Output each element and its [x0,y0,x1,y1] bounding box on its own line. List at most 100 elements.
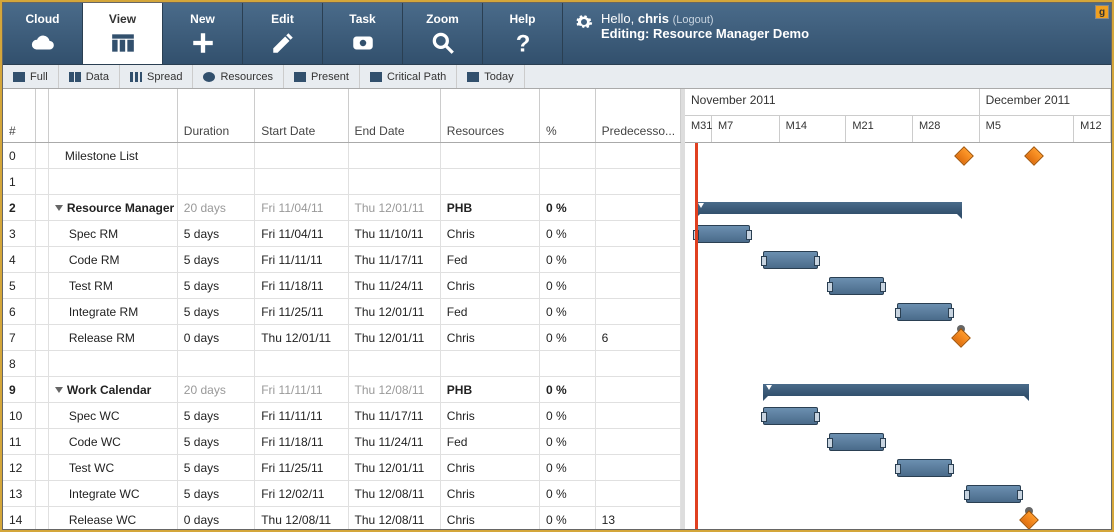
table-row[interactable]: 0Milestone List [3,143,681,169]
col-end-date[interactable]: End Date [349,89,441,142]
week-label: M5 [980,116,1075,142]
week-label: M28 [913,116,980,142]
disclosure-icon[interactable] [55,387,63,393]
logout-link[interactable]: (Logout) [673,14,714,26]
summary-bar[interactable] [763,384,1029,396]
task-bar[interactable] [897,459,952,477]
milestone-marker[interactable] [1019,510,1039,529]
greeting: Hello, chris (Logout) [601,11,809,26]
data-view-button[interactable]: Data [59,65,120,88]
help-label: Help [509,12,535,26]
table-row[interactable]: 7Release RM0 daysThu 12/01/11Thu 12/01/1… [3,325,681,351]
week-row: M31M7M14M21M28M5M12 [685,116,1111,142]
gantt-chart[interactable]: November 2011 December 2011 M31M7M14M21M… [685,89,1111,529]
milestone-marker[interactable] [1024,146,1044,166]
timeline-row [685,377,1111,403]
main-toolbar: Cloud View New Edit Task Zoom Help ? [3,3,1111,65]
svg-text:?: ? [515,30,530,55]
task-bar[interactable] [829,277,884,295]
col-start-date[interactable]: Start Date [255,89,348,142]
timeline-row [685,299,1111,325]
col-resources[interactable]: Resources [441,89,540,142]
timeline-row [685,143,1111,169]
help-button[interactable]: Help ? [483,3,563,64]
table-row[interactable]: 12Test WC5 daysFri 11/25/11Thu 12/01/11C… [3,455,681,481]
milestone-marker[interactable] [954,146,974,166]
task-bar[interactable] [829,433,884,451]
timeline-row [685,221,1111,247]
cloud-label: Cloud [26,12,60,26]
table-row[interactable]: 3Spec RM5 daysFri 11/04/11Thu 11/10/11Ch… [3,221,681,247]
col-predecessors[interactable]: Predecesso... [596,89,681,142]
timeline-row [685,351,1111,377]
col-index[interactable]: # [3,89,36,142]
table-row[interactable]: 2Resource Manager20 daysFri 11/04/11Thu … [3,195,681,221]
task-bar[interactable] [763,251,818,269]
resources-button[interactable]: Resources [193,65,284,88]
week-label: M12 [1074,116,1111,142]
task-bar[interactable] [695,225,750,243]
gear-icon[interactable] [575,13,593,31]
task-bar[interactable] [966,485,1021,503]
task-bar[interactable] [897,303,952,321]
table-row[interactable]: 10Spec WC5 daysFri 11/11/11Thu 11/17/11C… [3,403,681,429]
zoom-button[interactable]: Zoom [403,3,483,64]
timeline-row [685,507,1111,529]
table-row[interactable]: 5Test RM5 daysFri 11/18/11Thu 11/24/11Ch… [3,273,681,299]
month-label: November 2011 [685,89,980,115]
table-row[interactable]: 14Release WC0 daysThu 12/08/11Thu 12/08/… [3,507,681,529]
full-view-button[interactable]: Full [3,65,59,88]
today-marker [695,143,698,529]
zoom-label: Zoom [426,12,459,26]
view-label: View [109,12,136,26]
table-row[interactable]: 4Code RM5 daysFri 11/11/11Thu 11/17/11Fe… [3,247,681,273]
task-label: Task [349,12,375,26]
present-button[interactable]: Present [284,65,360,88]
edit-label: Edit [271,12,294,26]
main-split: # Duration Start Date End Date Resources… [3,89,1111,529]
timeline-row [685,247,1111,273]
task-button[interactable]: Task [323,3,403,64]
timeline-row [685,455,1111,481]
task-table: # Duration Start Date End Date Resources… [3,89,685,529]
table-header: # Duration Start Date End Date Resources… [3,89,681,143]
col-percent[interactable]: % [540,89,596,142]
table-row[interactable]: 8 [3,351,681,377]
table-row[interactable]: 1 [3,169,681,195]
pencil-icon [270,30,296,56]
search-icon [430,30,456,56]
week-label: M21 [846,116,913,142]
data-icon [69,72,81,82]
col-duration[interactable]: Duration [178,89,255,142]
milestone-marker[interactable] [951,328,971,348]
spread-view-button[interactable]: Spread [120,65,193,88]
editing-line: Editing: Resource Manager Demo [601,26,809,41]
table-row[interactable]: 9Work Calendar20 daysFri 11/11/11Thu 12/… [3,377,681,403]
table-row[interactable]: 11Code WC5 daysFri 11/18/11Thu 11/24/11F… [3,429,681,455]
week-label: M31 [685,116,712,142]
columns-icon [110,30,136,56]
task-bar[interactable] [763,407,818,425]
spread-icon [130,72,142,82]
table-row[interactable]: 13Integrate WC5 daysFri 12/02/11Thu 12/0… [3,481,681,507]
timeline-row [685,403,1111,429]
table-row[interactable]: 6Integrate RM5 daysFri 11/25/11Thu 12/01… [3,299,681,325]
disclosure-icon[interactable] [55,205,63,211]
edit-button[interactable]: Edit [243,3,323,64]
present-icon [294,72,306,82]
timeline-row [685,325,1111,351]
view-button[interactable]: View [83,3,163,64]
app-window: Cloud View New Edit Task Zoom Help ? [2,2,1112,530]
critical-path-button[interactable]: Critical Path [360,65,457,88]
view-toolbar: Full Data Spread Resources Present Criti… [3,65,1111,89]
col-name[interactable] [49,89,178,142]
month-label: December 2011 [980,89,1111,115]
plus-icon [190,30,216,56]
new-label: New [190,12,215,26]
cloud-button[interactable]: Cloud [3,3,83,64]
today-button[interactable]: Today [457,65,524,88]
summary-bar[interactable] [695,202,962,214]
new-button[interactable]: New [163,3,243,64]
week-label: M7 [712,116,780,142]
timeline-row [685,195,1111,221]
